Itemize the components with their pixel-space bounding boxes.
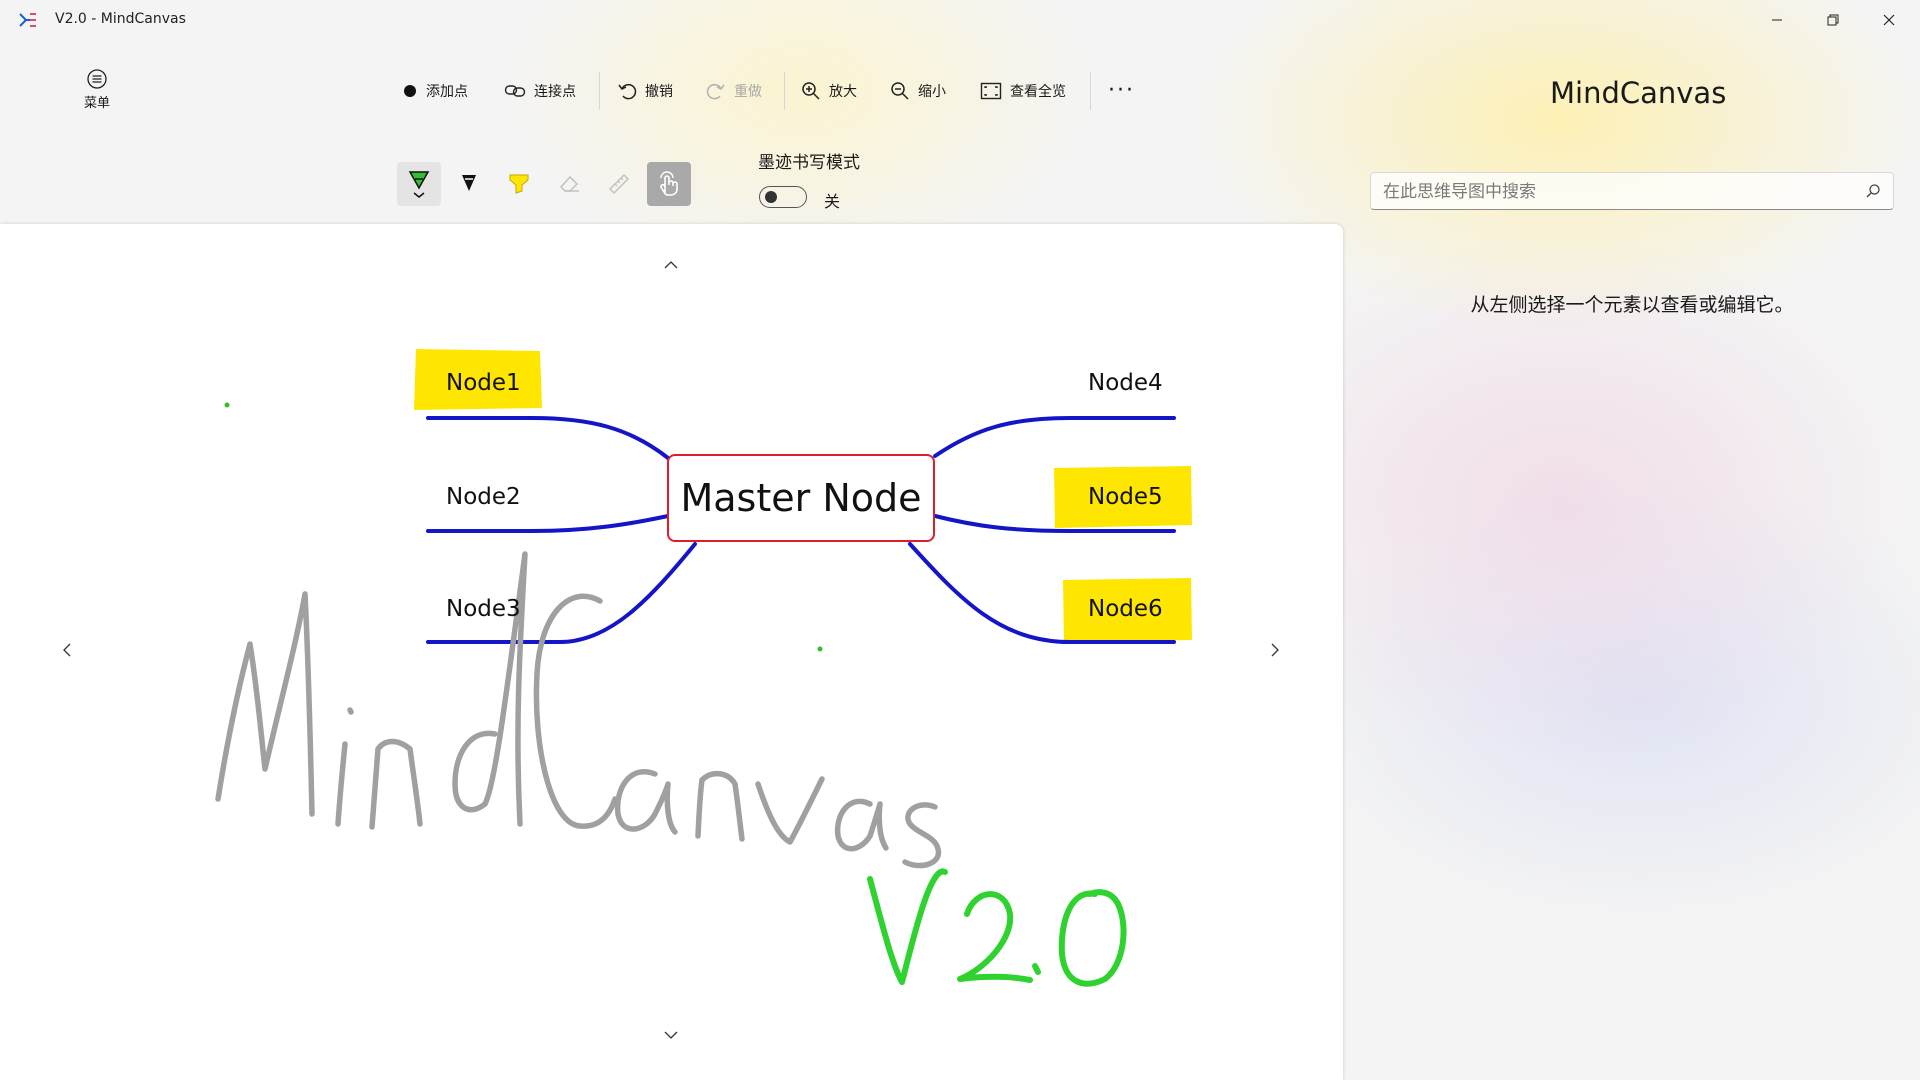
ink-mode-state: 关 xyxy=(824,192,841,211)
branch-node2 xyxy=(426,514,670,533)
ruler-tool[interactable] xyxy=(597,162,641,206)
pencil-icon xyxy=(462,175,476,191)
scroll-right-arrow-icon[interactable] xyxy=(1270,642,1280,658)
connect-point-label: 连接点 xyxy=(534,84,576,100)
branch-node1 xyxy=(426,416,670,460)
eraser-tool[interactable] xyxy=(547,162,591,206)
ballpoint-pen-tool[interactable] xyxy=(397,162,441,206)
search-input[interactable] xyxy=(1381,173,1855,211)
close-button[interactable] xyxy=(1862,0,1916,40)
menu-label: 菜单 xyxy=(83,96,110,111)
zoom-in-icon xyxy=(802,82,820,100)
search-box[interactable] xyxy=(1370,172,1894,211)
more-options-button[interactable]: ··· xyxy=(1108,78,1135,103)
eraser-icon xyxy=(559,175,579,192)
touch-writing-icon xyxy=(660,171,678,196)
title-bar: V2.0 - MindCanvas xyxy=(0,0,1920,40)
dot-icon xyxy=(404,85,416,97)
toolbar-separator xyxy=(599,72,600,110)
zoom-out-label: 缩小 xyxy=(918,84,946,100)
ballpoint-pen-icon xyxy=(408,171,430,198)
search-icon[interactable] xyxy=(1865,183,1881,199)
canvas-drawing xyxy=(215,349,1192,987)
mindmap-node-1[interactable]: Node1 xyxy=(446,370,521,396)
fit-view-button[interactable]: 查看全览 xyxy=(980,76,1066,106)
scroll-left-arrow-icon[interactable] xyxy=(62,642,72,658)
minimize-button[interactable] xyxy=(1750,0,1804,40)
redo-label: 重做 xyxy=(734,84,762,100)
mindmap-node-3[interactable]: Node3 xyxy=(446,596,521,622)
touch-writing-tool[interactable] xyxy=(647,162,691,206)
mindmap-node-2[interactable]: Node2 xyxy=(446,484,521,510)
ruler-icon xyxy=(608,173,630,195)
add-point-label: 添加点 xyxy=(426,84,468,100)
handwriting-v2 xyxy=(867,868,1127,987)
restore-icon xyxy=(1827,14,1839,26)
zoom-in-button[interactable]: 放大 xyxy=(801,76,857,106)
restore-button[interactable] xyxy=(1806,0,1860,40)
undo-icon xyxy=(618,83,637,100)
zoom-out-button[interactable]: 缩小 xyxy=(890,76,946,106)
mindmap-node-4[interactable]: Node4 xyxy=(1088,370,1163,396)
ink-dot xyxy=(224,402,230,408)
add-point-button[interactable]: 添加点 xyxy=(402,76,468,106)
highlighter-tool[interactable] xyxy=(497,162,541,206)
handwriting-mindcanvas xyxy=(215,551,942,869)
link-icon xyxy=(504,85,526,97)
scroll-down-arrow-icon[interactable] xyxy=(663,1030,679,1040)
mindmap-node-6[interactable]: Node6 xyxy=(1088,596,1163,622)
highlighter-icon xyxy=(509,174,529,194)
branch-node4 xyxy=(933,416,1176,458)
fit-screen-icon xyxy=(980,82,1002,100)
pencil-tool[interactable] xyxy=(447,162,491,206)
undo-button[interactable]: 撤销 xyxy=(617,76,673,106)
detail-hint-text: 从左侧选择一个元素以查看或编辑它。 xyxy=(1470,294,1794,316)
menu-icon xyxy=(87,69,107,89)
zoom-in-label: 放大 xyxy=(829,84,857,100)
window-title: V2.0 - MindCanvas xyxy=(55,11,186,27)
menu-button[interactable]: 菜单 xyxy=(66,68,128,116)
master-node[interactable]: Master Node xyxy=(667,454,935,542)
undo-label: 撤销 xyxy=(645,84,673,100)
mindmap-canvas[interactable]: Node1 Node2 Node3 Node4 Node5 Node6 Mast… xyxy=(0,224,1343,1080)
toolbar-separator xyxy=(784,72,785,110)
ink-mode-label: 墨迹书写模式 xyxy=(758,153,860,173)
redo-button[interactable]: 重做 xyxy=(706,76,762,106)
fit-view-label: 查看全览 xyxy=(1010,84,1066,100)
app-logo-icon xyxy=(19,13,36,27)
mindmap-node-5[interactable]: Node5 xyxy=(1088,484,1163,510)
close-icon xyxy=(1883,14,1895,26)
minimize-icon xyxy=(1772,19,1782,21)
redo-icon xyxy=(706,83,725,100)
ink-dot xyxy=(817,646,823,652)
toolbar-separator xyxy=(1090,72,1091,110)
sidebar-app-name: MindCanvas xyxy=(1550,76,1727,110)
ink-mode-toggle[interactable] xyxy=(759,186,807,208)
branch-node3 xyxy=(426,542,697,644)
connect-point-button[interactable]: 连接点 xyxy=(504,76,576,106)
zoom-out-icon xyxy=(891,82,909,100)
scroll-up-arrow-icon[interactable] xyxy=(663,260,679,270)
toggle-knob xyxy=(765,191,777,203)
